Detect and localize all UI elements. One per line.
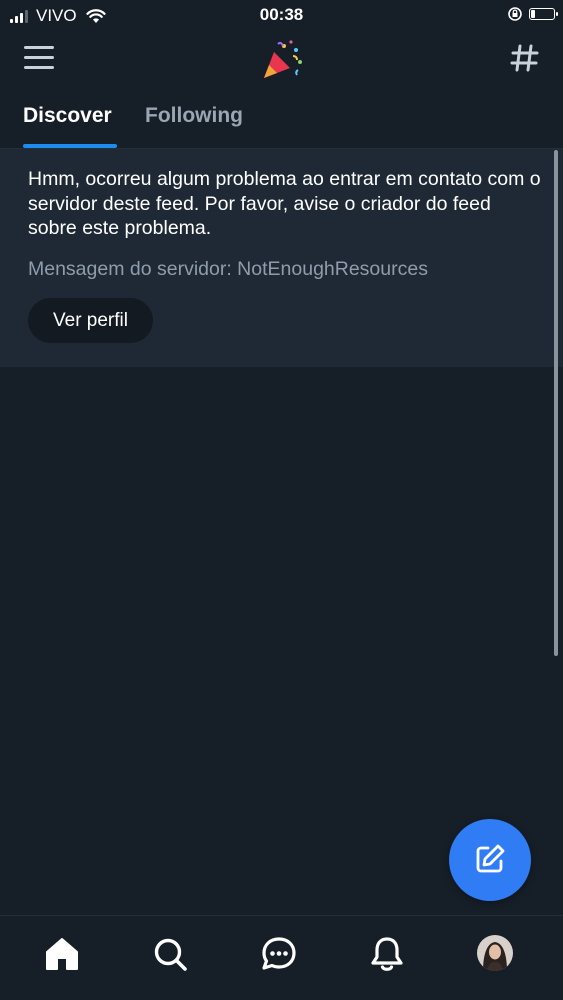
- party-popper-icon: [260, 38, 304, 82]
- feed-tabs: Discover Following: [0, 92, 563, 149]
- tab-following[interactable]: Following: [145, 104, 243, 128]
- chat-icon: [262, 937, 296, 970]
- nav-profile-avatar[interactable]: [477, 935, 513, 971]
- profile-avatar: [477, 935, 513, 971]
- status-time: 00:38: [259, 5, 304, 24]
- notifications-bell-icon: [371, 937, 403, 971]
- bottom-navigation: [0, 915, 563, 1000]
- nav-chat[interactable]: [259, 934, 299, 974]
- nav-search[interactable]: [150, 934, 190, 974]
- nav-notifications[interactable]: [367, 934, 407, 974]
- home-icon: [46, 938, 78, 970]
- feed-error-card: Hmm, ocorreu algum problema ao entrar em…: [0, 149, 563, 367]
- battery-icon: [529, 8, 558, 20]
- server-message: Mensagem do servidor: NotEnoughResources: [28, 258, 428, 280]
- hashtag-feeds-button[interactable]: [509, 42, 541, 74]
- rotation-lock-icon: [508, 7, 522, 21]
- scrollbar[interactable]: [554, 150, 558, 656]
- tab-discover[interactable]: Discover: [23, 104, 112, 128]
- compose-icon: [476, 844, 505, 873]
- app-screen: VIVO 00:38 Discover Following Hmm, ocorr…: [0, 0, 563, 1000]
- error-message: Hmm, ocorreu algum problema ao entrar em…: [28, 168, 541, 239]
- compose-button[interactable]: [449, 819, 531, 901]
- app-header: [0, 30, 563, 92]
- status-bar: VIVO 00:38: [0, 0, 563, 30]
- view-profile-button[interactable]: Ver perfil: [28, 298, 153, 343]
- status-right: [507, 6, 558, 22]
- nav-home[interactable]: [42, 934, 82, 974]
- search-icon: [154, 938, 187, 971]
- hashtag-icon: [510, 44, 539, 72]
- active-tab-indicator: [23, 144, 117, 148]
- menu-button[interactable]: [24, 46, 54, 72]
